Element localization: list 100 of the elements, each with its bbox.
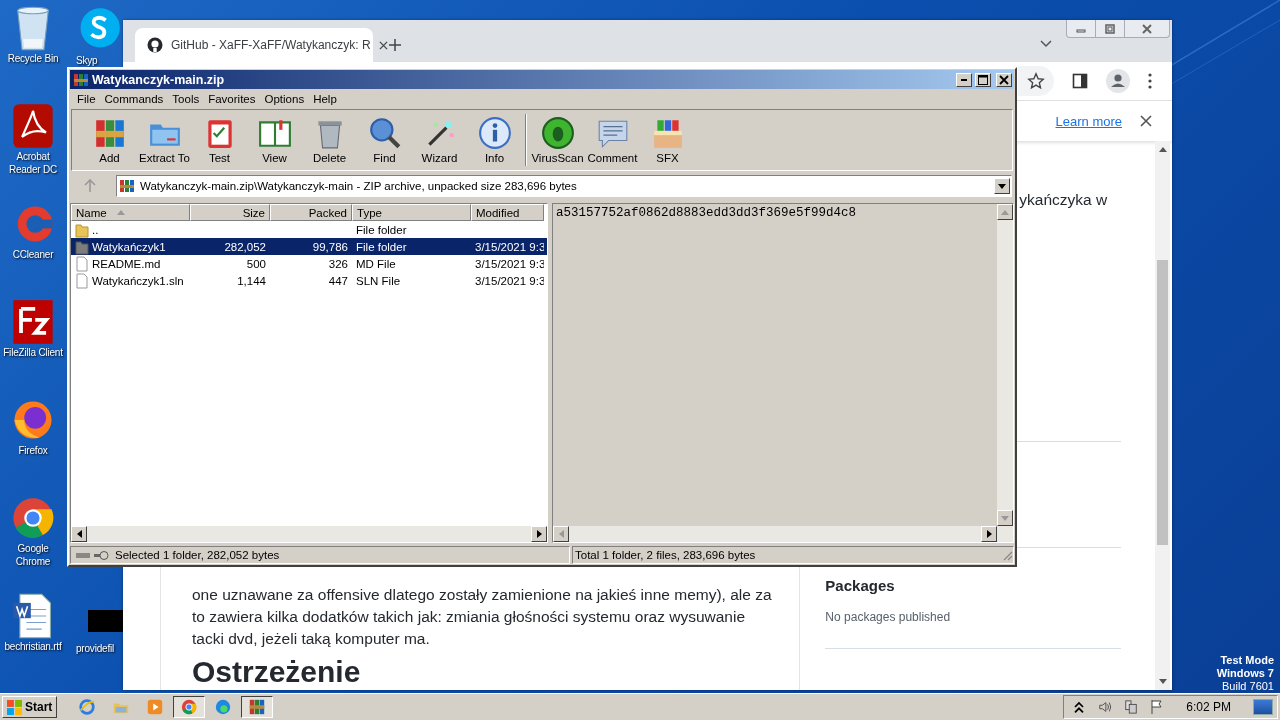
start-button[interactable]: Start (2, 696, 58, 718)
toolbar-button[interactable]: VirusScan (530, 116, 585, 164)
learn-more-link[interactable]: Learn more (1055, 113, 1122, 129)
status-text: Total 1 folder, 2 files, 283,696 bytes (575, 549, 757, 561)
modified-cell-text: 3/15/2021 9:3 (474, 257, 544, 270)
filezilla-icon (11, 298, 55, 346)
toolbar-button[interactable]: Delete (302, 116, 357, 164)
profile-icon[interactable] (1106, 69, 1130, 93)
menu-item[interactable]: File (74, 92, 102, 105)
desktop-icon-label[interactable]: FileZilla Client (3, 346, 63, 359)
star-icon (1027, 72, 1045, 90)
scroll-up-icon[interactable] (1158, 147, 1167, 152)
column-header[interactable]: Name (71, 204, 190, 221)
modified-cell-text: 3/15/2021 9:3 (474, 240, 544, 253)
virusscan-icon (540, 116, 575, 150)
about-text: ykańczyka w (1019, 191, 1109, 209)
scroll-down-button[interactable] (997, 510, 1013, 526)
packed-cell-text: 447 (327, 274, 349, 287)
toolbar-button[interactable]: Comment (585, 116, 640, 164)
desktop-icon-label[interactable]: Acrobat Reader DC (0, 150, 66, 176)
test-mode-text: Windows 7 (1216, 667, 1274, 680)
toolbar-button[interactable]: Extract To (137, 116, 192, 164)
close-button[interactable] (996, 72, 1012, 87)
file-row[interactable]: Watykańczyk1.sln 1,144 447 SLN File 3/15/2021 9:3 (71, 272, 547, 289)
menu-item[interactable]: Options (261, 92, 311, 105)
scroll-down-icon[interactable] (1158, 679, 1167, 684)
scroll-left-button[interactable] (553, 526, 569, 542)
toolbar-button[interactable]: View (247, 116, 302, 164)
column-header[interactable]: Size (190, 204, 270, 221)
desktop-icon-label[interactable]: CCleaner (12, 248, 54, 261)
maximize-icon (978, 74, 988, 85)
close-icon[interactable] (378, 40, 388, 50)
column-header[interactable]: Type (352, 204, 471, 221)
desktop-icon-label[interactable]: providefil (76, 642, 115, 655)
desktop-icon-label[interactable]: Google Chrome (0, 542, 66, 568)
type-cell-text: SLN File (355, 274, 402, 287)
desktop-icon-label[interactable]: Recycle Bin (7, 52, 59, 65)
flag-icon[interactable] (1150, 699, 1165, 715)
menu-item[interactable]: Tools (169, 92, 206, 105)
scroll-left-button[interactable] (71, 526, 87, 542)
speaker-icon[interactable] (1098, 699, 1113, 715)
desktop-icon-label[interactable]: bechristian.rtf (4, 640, 62, 653)
file-icon (88, 610, 124, 632)
name-cell: Watykańczyk1.sln (71, 272, 190, 289)
toolbar-button[interactable]: Test (192, 116, 247, 164)
menu-item[interactable]: Commands (101, 92, 170, 105)
modified-cell-text: 3/15/2021 9:3 (474, 274, 544, 287)
file-row[interactable]: .. File folder (71, 221, 547, 238)
path-field[interactable]: Watykanczyk-main.zip\Watykanczyk-main - ZIP archive, unpacked size 283,696 bytes (116, 175, 1012, 197)
readme-paragraph: one uznawane za offensive dlatego zostały zamienione na jakieś inne memy), ale za to zawiera kilka dodatków takich jak: zmiania głośności systemu oraz wysuwanie tacki dvd, jeżeli taką komputer ma. (191, 585, 773, 649)
taskbar-button[interactable] (173, 696, 206, 718)
clock[interactable]: 6:02 PM (1186, 700, 1231, 714)
desktop-icon-label[interactable]: Skyp (76, 54, 98, 67)
scroll-up-button[interactable] (997, 204, 1013, 220)
tab-search-icon[interactable] (1040, 40, 1052, 48)
scroll-right-button[interactable] (531, 526, 547, 542)
archive-icon[interactable] (248, 698, 267, 716)
column-header[interactable]: Modified (471, 204, 544, 221)
browser-icon[interactable] (78, 698, 97, 716)
archive-icon (73, 71, 89, 88)
packed-cell-text: 99,786 (311, 240, 349, 253)
file-row[interactable]: README.md 500 326 MD File 3/15/2021 9:3 (71, 255, 547, 272)
name-cell: .. (71, 221, 190, 238)
scrollbar[interactable] (997, 204, 1013, 526)
resize-grip-icon[interactable] (1001, 549, 1013, 561)
menu-item[interactable]: Favorites (205, 92, 262, 105)
caret-icon (998, 183, 1006, 189)
right-arrow-icon (986, 530, 992, 538)
toolbar-button[interactable]: Wizard (412, 116, 467, 164)
menu-item[interactable]: Help (310, 92, 343, 105)
type-cell-text: MD File (355, 257, 397, 270)
scrollbar[interactable] (71, 526, 547, 542)
toolbar-button[interactable]: Info (467, 116, 522, 164)
windows-logo-icon (7, 699, 22, 715)
archive-icon (119, 178, 135, 194)
show-desktop-button[interactable] (1253, 699, 1273, 715)
toolbar-button[interactable]: SFX (640, 116, 695, 164)
type-cell-text: File folder (355, 223, 408, 236)
column-header[interactable]: Packed (270, 204, 352, 221)
window-title: Watykanczyk-main.zip (92, 72, 225, 87)
file-row[interactable]: Watykańczyk1 282,052 99,786 File folder 3/15/2021 9:3 (71, 238, 547, 255)
scrollbar[interactable] (553, 526, 1013, 542)
taskbar-button[interactable] (241, 696, 274, 718)
side-panel-icon[interactable] (1072, 73, 1088, 89)
toolbar-button[interactable]: Find (357, 116, 412, 164)
scrollbar[interactable] (1155, 141, 1170, 690)
dropdown-button[interactable] (994, 178, 1010, 194)
network-icon[interactable] (1124, 699, 1139, 715)
up-arrow-icon (1001, 209, 1009, 215)
close-icon[interactable] (1140, 115, 1152, 127)
new-tab-icon[interactable] (389, 39, 401, 51)
desktop-icon-label[interactable]: Firefox (18, 444, 48, 457)
menu-icon[interactable] (1148, 73, 1152, 89)
toolbar-button[interactable]: Add (82, 116, 137, 164)
type-cell-text: File folder (355, 240, 408, 253)
bookmark-button[interactable] (1018, 66, 1054, 96)
github-icon (147, 37, 163, 53)
packages-text: No packages published (825, 610, 952, 624)
file-icon (75, 272, 89, 289)
scroll-right-button[interactable] (981, 526, 997, 542)
